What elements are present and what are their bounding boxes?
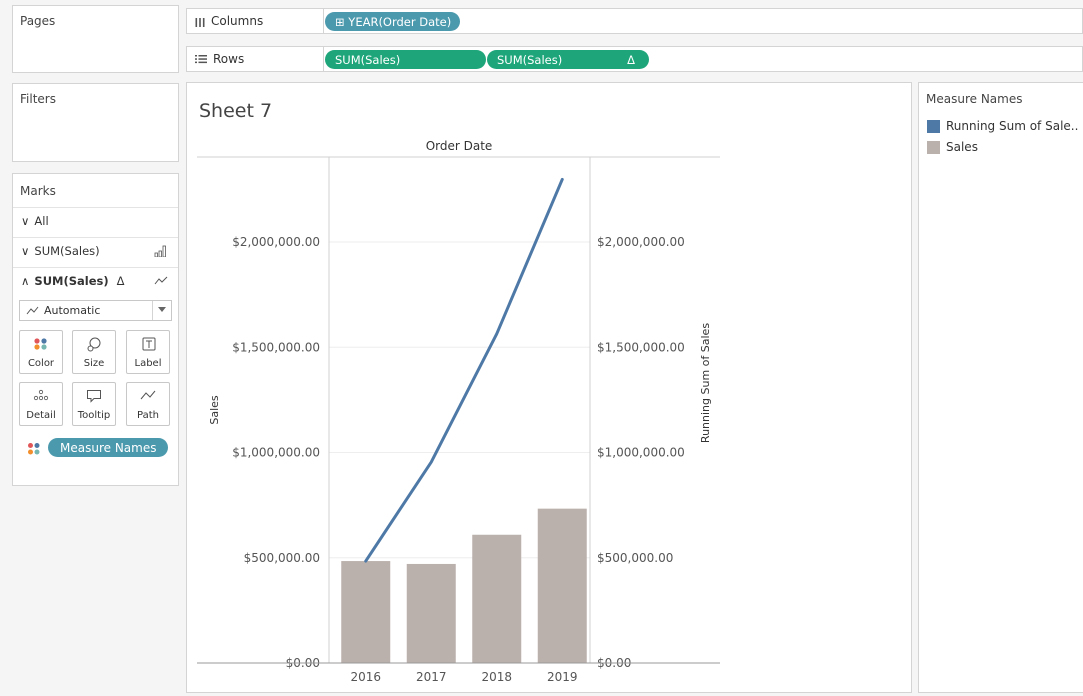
measure-names-pill[interactable]: Measure Names bbox=[48, 438, 168, 457]
mark-type-value: Automatic bbox=[44, 304, 101, 317]
dropdown-divider bbox=[152, 301, 153, 320]
color-card[interactable]: Color bbox=[19, 330, 63, 374]
marks-title: Marks bbox=[20, 184, 56, 198]
rows-label-text: Rows bbox=[213, 52, 245, 66]
card-label: Path bbox=[137, 410, 159, 421]
shelf-divider bbox=[323, 47, 324, 71]
legend-panel: Measure Names Running Sum of Sale.. Sale… bbox=[918, 82, 1083, 693]
detail-card[interactable]: Detail bbox=[19, 382, 63, 426]
y-tick-label: $500,000.00 bbox=[244, 551, 320, 565]
x-tick-label: 2016 bbox=[350, 670, 381, 684]
y-axis-title: Sales bbox=[208, 395, 221, 425]
columns-label-text: Columns bbox=[211, 14, 264, 28]
filters-panel[interactable]: Filters bbox=[12, 83, 179, 162]
delta-icon: Δ bbox=[627, 52, 635, 67]
legend-title: Measure Names bbox=[926, 92, 1023, 106]
tooltip-card[interactable]: Tooltip bbox=[72, 382, 116, 426]
label-card[interactable]: Label bbox=[126, 330, 170, 374]
columns-shelf[interactable]: Columns ⊞ YEAR(Order Date) bbox=[186, 8, 1083, 34]
legend-item-sales[interactable]: Sales bbox=[927, 140, 978, 154]
chevron-down-icon: ∨ bbox=[21, 213, 30, 228]
y2-tick-label: $500,000.00 bbox=[597, 551, 673, 565]
tooltip-icon bbox=[87, 390, 101, 403]
legend-item-running-sum[interactable]: Running Sum of Sale.. bbox=[927, 119, 1078, 133]
x-tick-label: 2017 bbox=[416, 670, 447, 684]
sales-bar bbox=[472, 534, 522, 663]
y2-tick-label: $2,000,000.00 bbox=[597, 235, 685, 249]
detail-dots-icon bbox=[33, 389, 49, 401]
card-label: Detail bbox=[26, 410, 56, 421]
filters-title: Filters bbox=[20, 92, 56, 106]
size-card[interactable]: Size bbox=[72, 330, 116, 374]
path-line-icon bbox=[140, 390, 156, 400]
legend-swatch bbox=[927, 119, 940, 133]
chevron-down-icon bbox=[158, 307, 166, 312]
pill-label: SUM(Sales) bbox=[497, 52, 563, 67]
columns-shelf-label: Columns bbox=[195, 14, 263, 28]
mark-type-dropdown[interactable]: Automatic bbox=[19, 300, 172, 321]
year-order-date-pill[interactable]: ⊞ YEAR(Order Date) bbox=[325, 12, 460, 31]
sum-sales-running-pill[interactable]: SUM(Sales) Δ bbox=[487, 50, 649, 69]
sheet-view[interactable]: Sheet 7 Order Date $0.00 $0.00 $500,000.00 $… bbox=[186, 82, 912, 693]
pages-panel[interactable]: Pages bbox=[12, 5, 179, 73]
y2-tick-label: $1,500,000.00 bbox=[597, 340, 685, 354]
running-sum-line bbox=[364, 177, 564, 563]
chevron-down-icon: ∨ bbox=[21, 243, 30, 258]
marks-panel: Marks ∨ All ∨ SUM(Sales) ∧ SUM(Sales) Δ bbox=[12, 173, 179, 486]
marks-row-sum-sales-line[interactable]: ∧ SUM(Sales) Δ bbox=[13, 267, 178, 293]
tableau-workspace: Pages Filters Marks ∨ All ∨ SUM(Sales) ∧… bbox=[0, 0, 1083, 696]
marks-row-label: All bbox=[34, 213, 49, 228]
size-icon bbox=[87, 337, 101, 352]
legend-label: Running Sum of Sale.. bbox=[946, 119, 1079, 133]
delta-icon: Δ bbox=[116, 273, 125, 288]
sum-sales-pill[interactable]: SUM(Sales) bbox=[325, 50, 486, 69]
color-dots-icon bbox=[34, 338, 47, 350]
color-dots-icon bbox=[28, 443, 40, 455]
card-label: Tooltip bbox=[77, 410, 111, 421]
pages-title: Pages bbox=[20, 14, 56, 28]
chevron-up-icon: ∧ bbox=[21, 273, 30, 288]
shelf-divider bbox=[323, 9, 324, 33]
rows-shelf[interactable]: Rows SUM(Sales) SUM(Sales) Δ bbox=[186, 46, 1083, 72]
card-label: Color bbox=[27, 358, 55, 369]
legend-label: Sales bbox=[946, 140, 978, 154]
chart-svg[interactable]: Order Date$0.00 $0.00$500,000.00 $500,000.… bbox=[187, 83, 911, 692]
line-mark-icon bbox=[26, 306, 39, 315]
card-label: Label bbox=[134, 358, 162, 369]
legend-swatch bbox=[927, 140, 940, 154]
y-tick-label: $1,000,000.00 bbox=[232, 446, 320, 460]
marks-row-all[interactable]: ∨ All bbox=[13, 207, 178, 233]
rows-shelf-label: Rows bbox=[195, 52, 244, 66]
label-t-icon bbox=[142, 337, 156, 351]
marks-row-label: SUM(Sales) bbox=[34, 243, 100, 258]
bar-mark-icon bbox=[154, 245, 166, 257]
sales-bar bbox=[341, 561, 391, 663]
path-card[interactable]: Path bbox=[126, 382, 170, 426]
marks-row-sum-sales-bar[interactable]: ∨ SUM(Sales) bbox=[13, 237, 178, 263]
card-label: Size bbox=[83, 358, 105, 369]
line-mark-icon bbox=[154, 276, 168, 285]
y2-axis-title: Running Sum of Sales bbox=[699, 323, 712, 443]
columns-icon bbox=[195, 17, 205, 27]
sales-bar bbox=[406, 563, 456, 663]
order-date-header: Order Date bbox=[426, 139, 493, 153]
x-tick-label: 2019 bbox=[547, 670, 578, 684]
sales-bar bbox=[537, 508, 587, 663]
marks-row-label: SUM(Sales) bbox=[34, 273, 109, 288]
y-tick-label: $2,000,000.00 bbox=[232, 235, 320, 249]
rows-icon bbox=[195, 55, 207, 64]
y2-tick-label: $1,000,000.00 bbox=[597, 446, 685, 460]
x-tick-label: 2018 bbox=[481, 670, 512, 684]
y-tick-label: $1,500,000.00 bbox=[232, 340, 320, 354]
